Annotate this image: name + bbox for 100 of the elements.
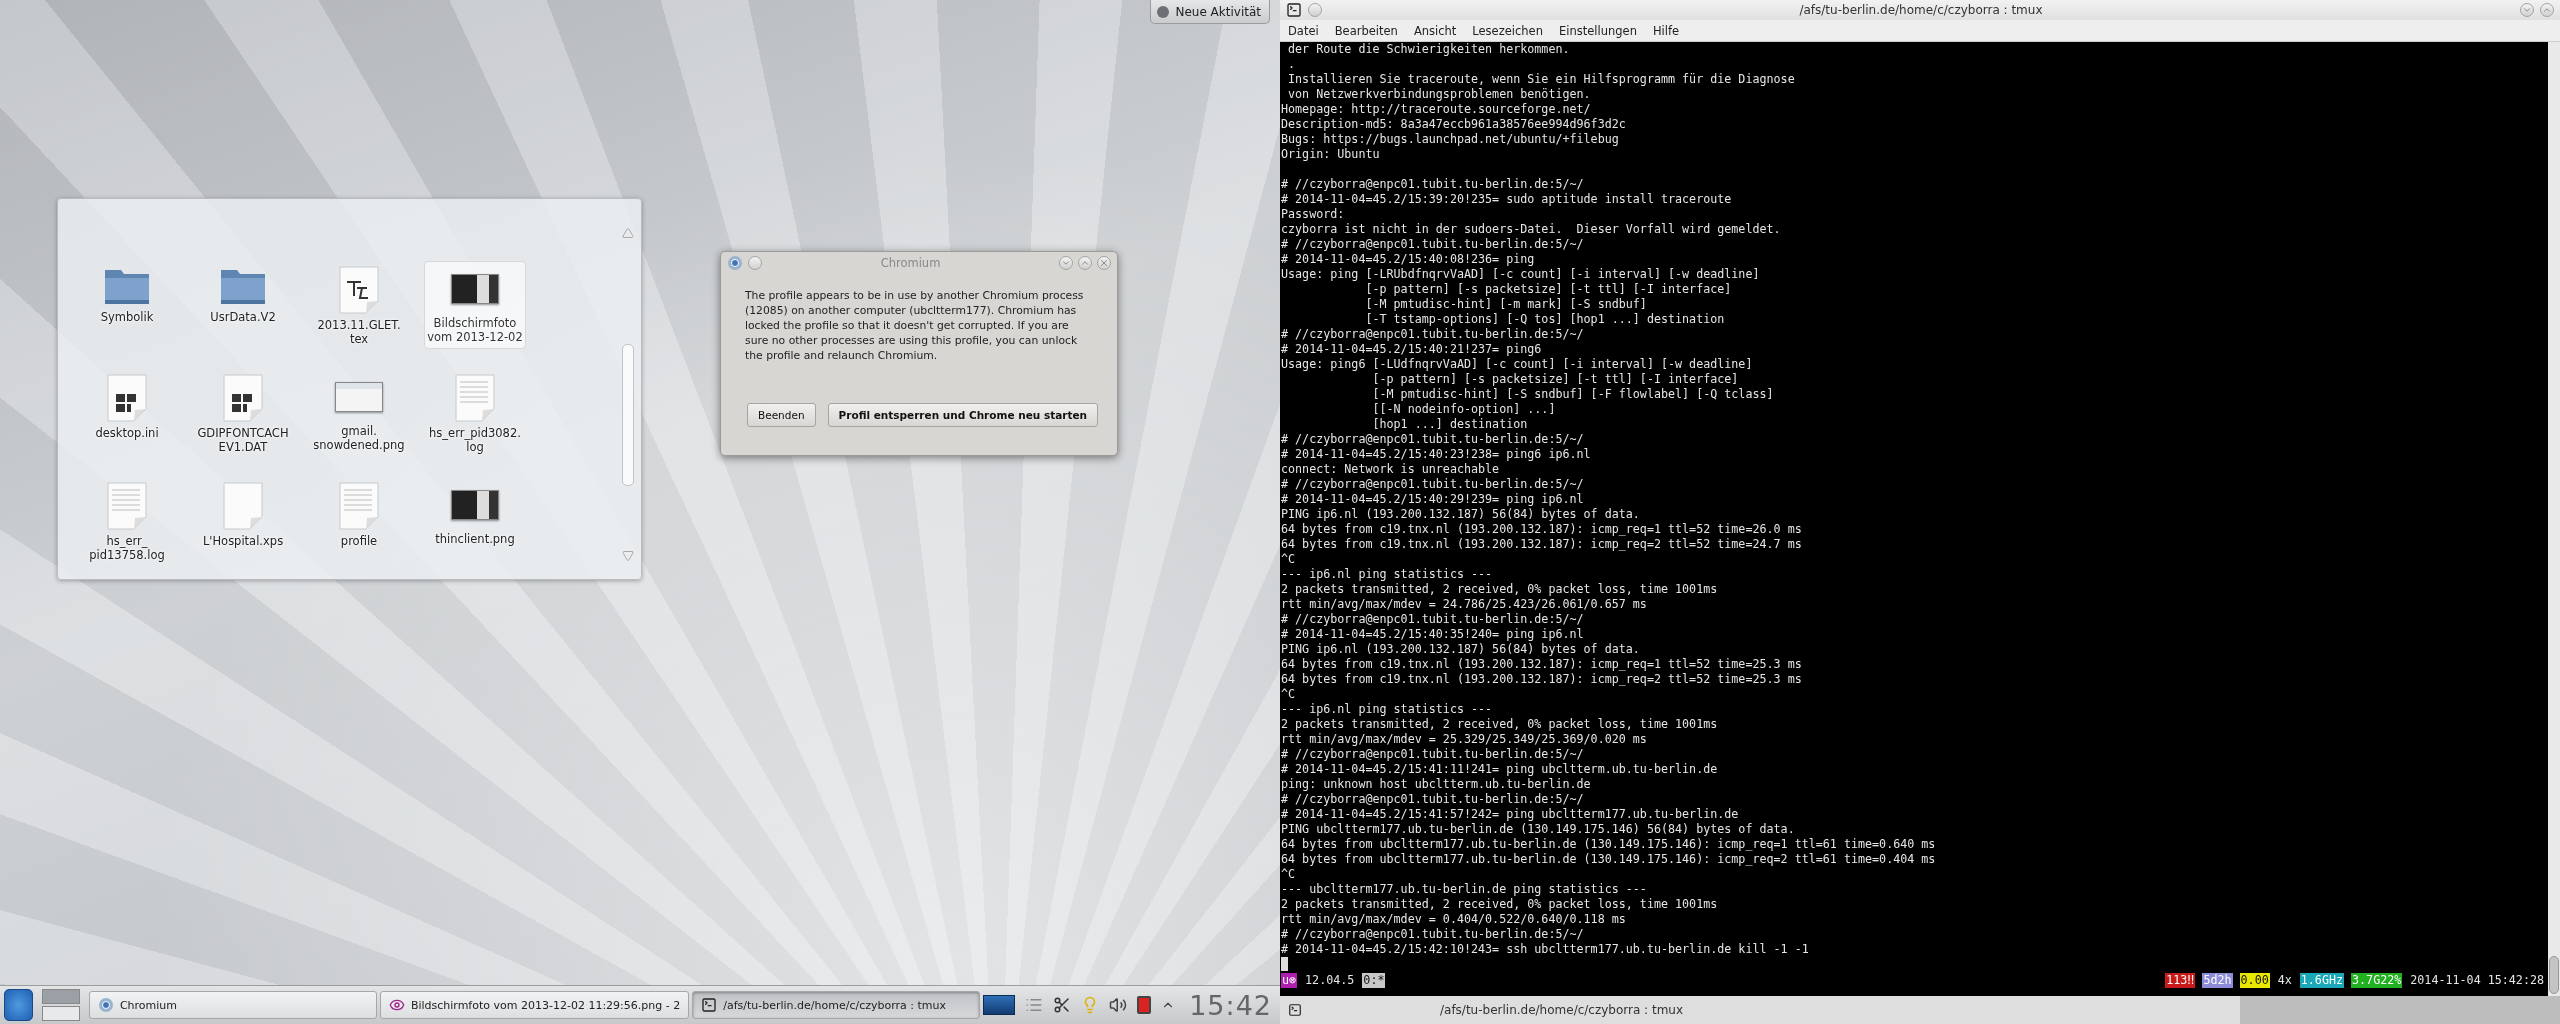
down-arrow-icon[interactable]: [622, 550, 634, 562]
terminal-line: [-M pmtudisc-hint] [-S sndbuf] [-F flowlabel] [-Q tclass]: [1371, 387, 1775, 402]
terminal-line: ^C: [1281, 867, 1297, 882]
clock: 15:42: [1189, 989, 1272, 1021]
terminal-line: # //czyborra@enpc01.tubit.tu-berlin.de:5/~/: [1281, 792, 1585, 807]
terminal-line: # //czyborra@enpc01.tubit.tu-berlin.de:5/~/: [1281, 747, 1585, 762]
menu-item[interactable]: Einstellungen: [1559, 23, 1637, 38]
window-menu-button[interactable]: [748, 256, 762, 270]
maximize-button[interactable]: [2540, 3, 2554, 17]
terminal-line: 64 bytes from c19.tnx.nl (193.200.132.187): icmp_req=2 ttl=52 time=24.7 ms: [1281, 537, 1803, 552]
menu-item[interactable]: Datei: [1288, 23, 1319, 38]
file-label: profile: [340, 534, 378, 548]
status-label: 12.04.5: [1304, 973, 1356, 988]
dialog-button[interactable]: Profil entsperren und Chrome neu starten: [827, 403, 1099, 427]
taskbar-task[interactable]: Bildschirmfoto vom 2013-12-02 11:29:56.png - 2: [379, 991, 690, 1019]
file-item[interactable]: Symbolik: [76, 261, 178, 329]
minimize-button[interactable]: [1059, 256, 1073, 270]
browser-icon: [727, 255, 743, 271]
window-title: /afs/tu-berlin.de/home/c/czyborra : tmux: [1798, 3, 2044, 17]
document-icon: [339, 482, 379, 530]
terminal-line: ^C: [1281, 552, 1297, 567]
terminal-line: 64 bytes from ubcltterm177.ub.tu-berlin.de (130.149.175.146): icmp_req=1 ttl=61 time=0.640 ms: [1281, 837, 1937, 852]
terminal-line: czyborra ist nicht in der sudoers-Datei. Dieser Vorfall wird gemeldet.: [1281, 222, 1782, 237]
status-label: 4x: [2276, 973, 2293, 988]
launcher-icon[interactable]: [4, 989, 33, 1021]
up-arrow-icon[interactable]: [622, 227, 634, 239]
maximize-button[interactable]: [1078, 256, 1092, 270]
document-icon: [107, 482, 147, 530]
terminal-line: rtt min/avg/max/mdev = 25.329/25.349/25.369/0.020 ms: [1281, 732, 1648, 747]
status-label: 0.00: [2239, 973, 2270, 988]
terminal-line: # //czyborra@enpc01.tubit.tu-berlin.de:5/~/: [1281, 327, 1585, 342]
speaker-icon[interactable]: [1109, 996, 1128, 1014]
terminal-line: # 2014-11-04=45.2/15:41:57!242= ping ubcltterm177.ub.tu-berlin.de: [1281, 807, 1740, 822]
terminal-line: [-M pmtudisc-hint] [-m mark] [-S sndbuf]: [1364, 297, 1648, 312]
terminal-line: # 2014-11-04=45.2/15:40:08!236= ping: [1281, 252, 1536, 267]
status-label: 0:*: [1362, 973, 1386, 988]
file-item[interactable]: Bildschirmfoto vom 2013-12-02: [424, 261, 526, 349]
menu-item[interactable]: Hilfe: [1652, 23, 1680, 38]
file-label: L'Hospital.xps: [202, 534, 284, 548]
terminal-line: .: [1287, 57, 1297, 72]
file-item[interactable]: L'Hospital.xps: [192, 477, 294, 553]
terminal-line: # //czyborra@enpc01.tubit.tu-berlin.de:5/~/: [1281, 237, 1585, 252]
document-icon: [455, 374, 495, 422]
scrollbar[interactable]: [621, 227, 635, 562]
file-item[interactable]: GDIPFONTCACH EV1.DAT: [192, 369, 294, 459]
file-item[interactable]: desktop.ini: [76, 369, 178, 445]
menu-item[interactable]: Lesezeichen: [1472, 23, 1543, 38]
screen-icon[interactable]: [983, 995, 1016, 1015]
scissors-icon[interactable]: [1053, 996, 1072, 1014]
file-label: 2013.11.GLET. tex: [317, 318, 401, 346]
terminal-line: Homepage: http://traceroute.sourceforge.net/: [1281, 102, 1592, 117]
menu-item[interactable]: Bearbeiten: [1334, 23, 1398, 38]
file-item[interactable]: profile: [308, 477, 410, 553]
status-label: 3.7G22%: [2351, 973, 2403, 988]
terminal-line: connect: Network is unreachable: [1281, 462, 1501, 477]
list-icon[interactable]: [1025, 996, 1044, 1014]
terminal-line: # 2014-11-04=45.2/15:42:10!243= ssh ubcltterm177.ub.tu-berlin.de kill -1 -1: [1281, 942, 1810, 957]
file-item[interactable]: thinclient.png: [424, 477, 526, 551]
file-item[interactable]: 2013.11.GLET. tex: [308, 261, 410, 351]
terminal-line: # 2014-11-04=45.2/15:40:35!240= ping ip6.nl: [1281, 627, 1585, 642]
terminal-line: # 2014-11-04=45.2/15:40:23!238= ping6 ip6.nl: [1281, 447, 1592, 462]
terminal-line: --- ubcltterm177.ub.tu-berlin.de ping statistics ---: [1281, 882, 1648, 897]
terminal-line: 2 packets transmitted, 2 received, 0% packet loss, time 1001ms: [1281, 582, 1719, 597]
desktop-pager[interactable]: [41, 989, 80, 1021]
terminal-line: --- ip6.nl ping statistics ---: [1281, 567, 1494, 582]
file-label: gmail. snowdened.png: [313, 424, 405, 452]
terminal-line: PING ubcltterm177.ub.tu-berlin.de (130.149.175.146) 56(84) bytes of data.: [1281, 822, 1796, 837]
window-title: /afs/tu-berlin.de/home/c/czyborra : tmux: [1440, 1003, 1684, 1017]
menu-item[interactable]: Ansicht: [1413, 23, 1457, 38]
image-thumbnail: [451, 490, 499, 520]
terminal-line: [-p pattern] [-s packetsize] [-t ttl] [-I interface]: [1364, 282, 1733, 297]
terminal-line: ^C: [1281, 687, 1297, 702]
file-item[interactable]: UsrData.V2: [192, 261, 294, 329]
status-label: 2014-11-04 15:42:28: [2409, 973, 2545, 988]
chevron-down-icon: [1061, 258, 1071, 268]
file-item[interactable]: hs_err_ pid13758.log: [76, 477, 178, 567]
window-menu-button[interactable]: [1308, 3, 1322, 17]
dialog-button[interactable]: Beenden: [747, 403, 816, 427]
taskbar-task[interactable]: Chromium: [88, 991, 377, 1019]
terminal-line: # 2014-11-04=45.2/15:40:21!237= ping6: [1281, 342, 1543, 357]
terminal-line: --- ip6.nl ping statistics ---: [1281, 702, 1494, 717]
document-icon: [223, 374, 263, 422]
file-label: desktop.ini: [95, 426, 159, 440]
window-title: Chromium: [879, 256, 942, 270]
file-item[interactable]: hs_err_pid3082. log: [424, 369, 526, 459]
terminal-line: Usage: ping [-LRUbdfnqrvVaAD] [-c count] [-i interval] [-w deadline]: [1281, 267, 1761, 282]
close-button[interactable]: [1097, 256, 1111, 270]
terminal-line: Password:: [1281, 207, 1346, 222]
terminal-line: rtt min/avg/max/mdev = 0.404/0.522/0.640/0.118 ms: [1281, 912, 1627, 927]
scrollbar[interactable]: [2548, 42, 2560, 996]
file-item[interactable]: gmail. snowdened.png: [308, 369, 410, 457]
minimize-button[interactable]: [2520, 3, 2534, 17]
battery-icon[interactable]: [1137, 996, 1152, 1014]
taskbar-task[interactable]: /afs/tu-berlin.de/home/c/czyborra : tmux: [692, 991, 981, 1019]
chevron-down-icon: [2522, 5, 2532, 15]
activity-button[interactable]: Neue Aktivität: [1150, 0, 1270, 24]
status-label: 1.6GHz: [2299, 973, 2345, 988]
image-thumbnail: [335, 382, 383, 412]
terminal-line: 2 packets transmitted, 2 received, 0% packet loss, time 1001ms: [1281, 717, 1719, 732]
terminal-line: # //czyborra@enpc01.tubit.tu-berlin.de:5/~/: [1281, 177, 1585, 192]
